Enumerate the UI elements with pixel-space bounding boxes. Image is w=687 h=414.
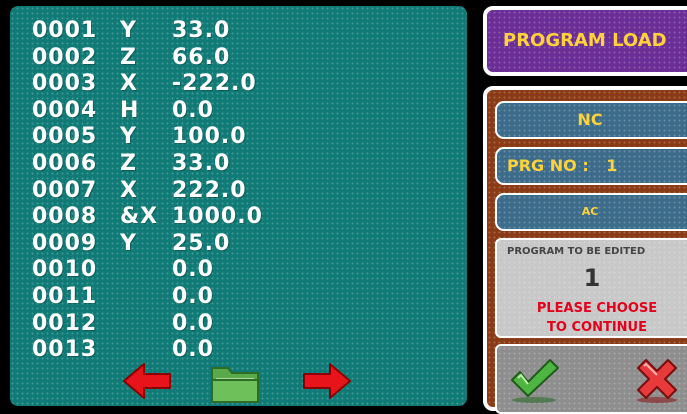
- x-icon: [637, 359, 677, 403]
- previous-page-button[interactable]: [122, 362, 174, 400]
- line-value: -222.0: [172, 71, 257, 97]
- line-number: 0007: [32, 177, 98, 203]
- line-number: 0009: [32, 230, 98, 256]
- line-value: 33.0: [172, 150, 231, 176]
- line-axis: &X: [120, 204, 159, 230]
- line-number: 0010: [32, 257, 98, 283]
- edit-title: PROGRAM TO BE EDITED: [507, 246, 646, 257]
- nc-mode-button[interactable]: NC: [495, 101, 687, 139]
- line-number: 0005: [32, 124, 98, 150]
- right-arrow-icon: [303, 363, 351, 399]
- line-number: 0012: [32, 310, 98, 336]
- line-axis: Y: [120, 18, 137, 43]
- line-number: 0006: [32, 150, 98, 176]
- program-load-button[interactable]: PROGRAM LOAD: [483, 6, 687, 76]
- choose-message-line-2: TO CONTINUE: [547, 320, 647, 335]
- confirm-button[interactable]: [508, 356, 560, 404]
- line-value: 100.0: [172, 124, 247, 150]
- line-number: 0002: [32, 44, 98, 70]
- line-number: 0001: [32, 18, 98, 43]
- ac-mode-button[interactable]: AC: [495, 193, 687, 231]
- line-number: 0008: [32, 204, 98, 230]
- cancel-button[interactable]: [632, 356, 682, 404]
- program-number-button[interactable]: PRG NO : 1: [495, 147, 687, 185]
- program-number-label: PRG NO :: [507, 156, 589, 175]
- choose-message-line-1: PLEASE CHOOSE: [536, 301, 658, 316]
- line-value: 33.0: [172, 18, 231, 43]
- program-to-edit-box: PROGRAM TO BE EDITED 1 PLEASE CHOOSE TO …: [495, 238, 687, 338]
- line-number: 0013: [32, 337, 98, 363]
- line-axis: H: [120, 97, 140, 123]
- checkmark-icon: [511, 359, 559, 403]
- open-folder-button[interactable]: [210, 362, 260, 404]
- line-value: 1000.0: [172, 204, 263, 230]
- line-value: 0.0: [172, 257, 214, 283]
- line-axis: X: [120, 71, 138, 97]
- line-value: 222.0: [172, 177, 247, 203]
- line-axis: Y: [120, 230, 137, 256]
- line-axis: X: [120, 177, 138, 203]
- line-value: 0.0: [172, 283, 214, 309]
- program-list-panel: 0001 Y 33.0 0002 Z 66.0 0003 X -222.0 0004 H 0.0 000…: [10, 6, 467, 406]
- line-value: 25.0: [172, 230, 231, 256]
- program-number-value: 1: [606, 156, 618, 175]
- line-value: 0.0: [172, 310, 214, 336]
- next-page-button[interactable]: [300, 362, 352, 400]
- line-value: 66.0: [172, 44, 231, 70]
- folder-icon: [211, 367, 259, 403]
- line-number: 0011: [32, 283, 98, 309]
- line-number: 0003: [32, 71, 98, 97]
- line-axis: Z: [120, 44, 137, 70]
- left-arrow-icon: [123, 363, 171, 399]
- line-number: 0004: [32, 97, 98, 123]
- line-axis: Y: [120, 124, 137, 150]
- line-value: 0.0: [172, 97, 214, 123]
- line-value: 0.0: [172, 337, 214, 363]
- line-axis: Z: [120, 150, 137, 176]
- edit-program-number: 1: [583, 264, 601, 292]
